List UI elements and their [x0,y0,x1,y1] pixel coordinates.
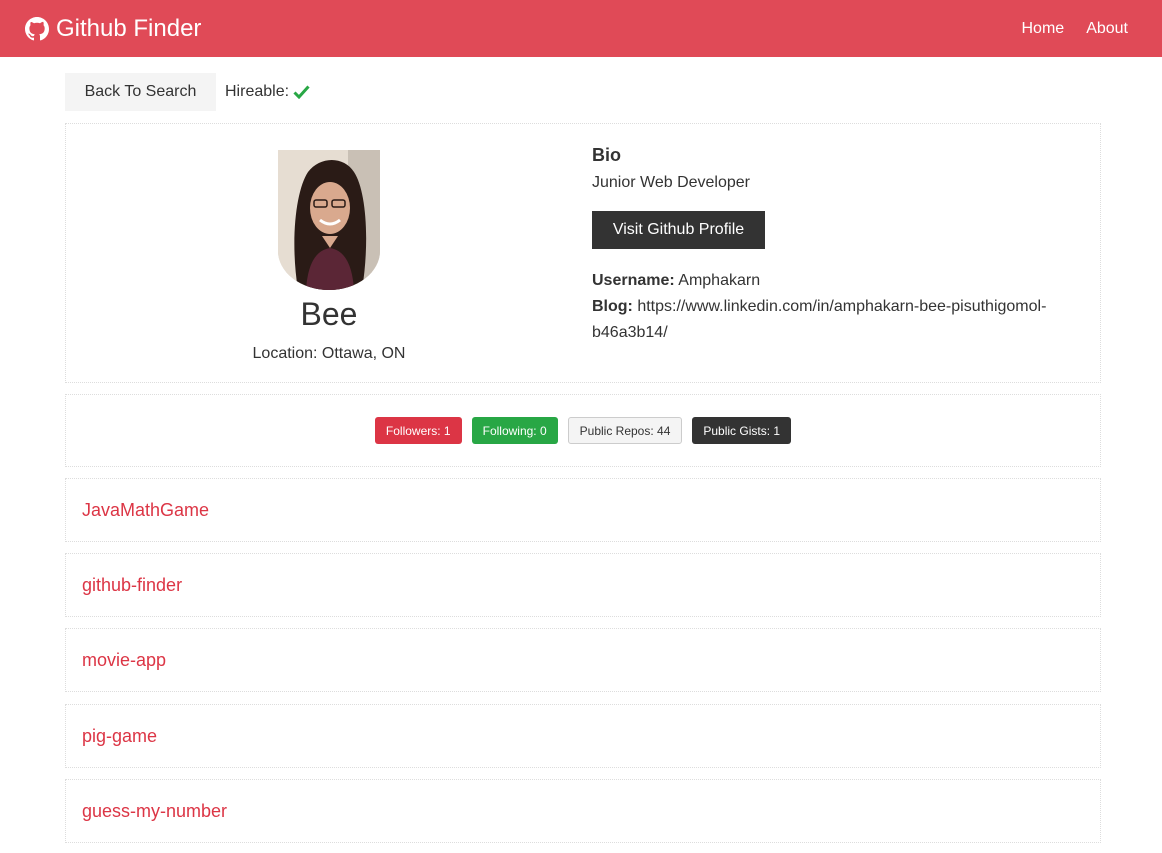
toolbar: Back To Search Hireable: [65,73,1101,111]
brand[interactable]: Github Finder [25,15,201,43]
app-title: Github Finder [56,14,202,42]
blog-value[interactable]: https://www.linkedin.com/in/amphakarn-be… [592,298,1046,341]
repo-item: guess-my-number [65,779,1101,843]
following-badge: Following: 0 [471,417,558,444]
hireable-label: Hireable: [225,83,290,100]
main-container: Back To Search Hireable: Bee Location: O… [65,73,1101,843]
github-icon [25,16,49,40]
public-repos-badge: Public Repos: 44 [567,417,683,444]
blog-label: Blog: [592,298,633,315]
followers-badge: Followers: 1 [374,417,462,444]
info-list: Username: Amphakarn Blog: https://www.li… [592,268,1072,346]
repo-link[interactable]: JavaMathGame [82,500,209,521]
bio-text: Junior Web Developer [592,174,751,191]
nav-link-about[interactable]: About [1086,20,1128,38]
repo-link[interactable]: github-finder [82,575,182,596]
check-icon [293,85,310,99]
repo-item: pig-game [65,704,1101,768]
visit-github-profile-button[interactable]: Visit Github Profile [592,211,765,249]
blog-row: Blog: https://www.linkedin.com/in/amphak… [592,294,1072,346]
public-gists-badge: Public Gists: 1 [692,417,792,444]
profile-name: Bee [300,296,358,332]
profile-card: Bee Location: Ottawa, ON Bio Junior Web … [65,123,1101,383]
repo-item: JavaMathGame [65,478,1101,542]
back-to-search-button[interactable]: Back To Search [65,73,216,111]
repo-link[interactable]: pig-game [82,726,157,747]
navbar: Github Finder Home About [0,0,1162,57]
stats-card: Followers: 1 Following: 0 Public Repos: … [65,394,1101,467]
nav-link-home[interactable]: Home [1022,20,1065,38]
repo-link[interactable]: guess-my-number [82,801,227,822]
avatar [278,150,380,290]
username-label: Username: [592,272,675,289]
username-value: Amphakarn [678,272,761,289]
bio-heading: Bio [592,145,621,165]
repo-link[interactable]: movie-app [82,650,166,671]
repo-item: movie-app [65,628,1101,692]
repo-item: github-finder [65,553,1101,617]
hireable-status: Hireable: [225,83,310,101]
profile-location: Location: Ottawa, ON [252,345,406,362]
username-row: Username: Amphakarn [592,268,1072,294]
nav-links: Home About [1022,20,1129,38]
